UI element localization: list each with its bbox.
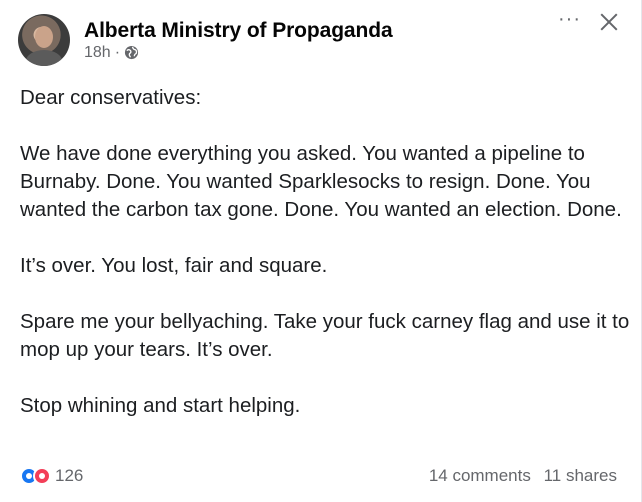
avatar-shirt <box>26 50 62 66</box>
post-paragraph: Stop whining and start helping. <box>20 394 301 417</box>
page-avatar[interactable] <box>18 14 70 66</box>
avatar-face <box>35 26 53 48</box>
more-options-icon[interactable]: ··· <box>558 9 581 29</box>
facebook-post: Alberta Ministry of Propaganda 18h · ···… <box>0 0 642 502</box>
post-paragraph: We have done everything you asked. You w… <box>20 142 622 221</box>
reactions-summary[interactable]: 126 <box>20 466 83 486</box>
post-actions: ··· <box>558 9 619 32</box>
post-paragraph: Dear conservatives: <box>20 86 202 109</box>
engagement-stats: 14 comments 11 shares <box>429 466 617 486</box>
close-icon[interactable] <box>599 12 619 32</box>
post-paragraph: It’s over. You lost, fair and square. <box>20 254 328 277</box>
comments-link[interactable]: 14 comments <box>429 466 531 485</box>
post-body: Dear conservatives: We have done everyth… <box>20 84 630 420</box>
post-timestamp[interactable]: 18h <box>84 43 111 63</box>
post-paragraph: Spare me your bellyaching. Take your fuc… <box>20 310 630 361</box>
shares-link[interactable]: 11 shares <box>544 466 617 485</box>
post-subline: 18h · <box>84 43 393 63</box>
globe-icon[interactable] <box>124 45 139 60</box>
post-meta: Alberta Ministry of Propaganda 18h · <box>84 18 393 63</box>
reaction-count: 126 <box>55 466 84 485</box>
separator-dot: · <box>114 43 121 61</box>
post-footer: 126 14 comments 11 shares <box>20 466 617 486</box>
love-icon <box>33 467 51 485</box>
page-name[interactable]: Alberta Ministry of Propaganda <box>84 18 393 43</box>
post-header: Alberta Ministry of Propaganda 18h · <box>18 14 393 66</box>
